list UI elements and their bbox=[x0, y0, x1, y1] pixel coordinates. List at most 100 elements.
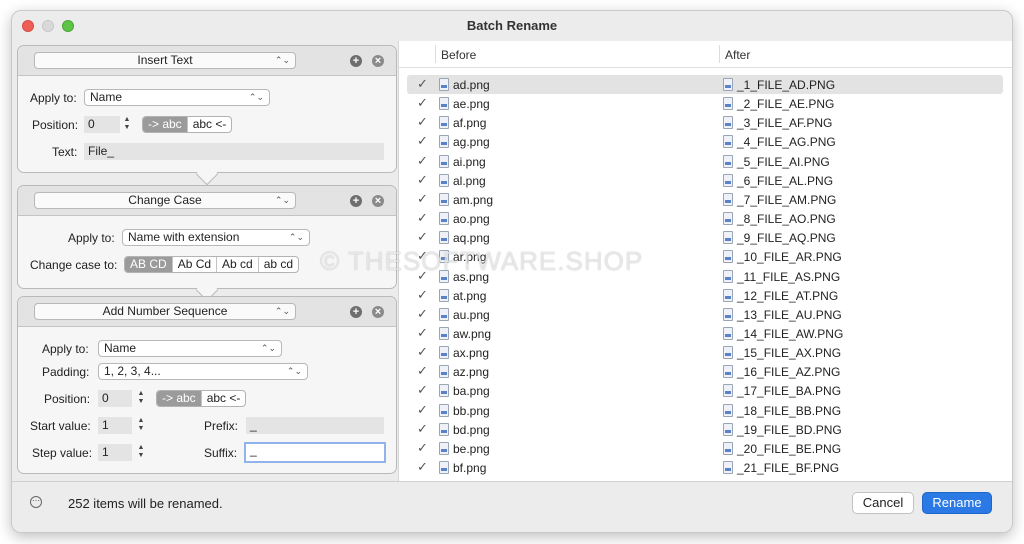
checkmark-icon[interactable]: ✓ bbox=[417, 248, 428, 264]
insert-apply-to-dropdown[interactable]: Name ⌃⌄ bbox=[84, 89, 270, 106]
insert-position-stepper[interactable]: ▲ ▼ bbox=[122, 116, 132, 133]
checkmark-icon[interactable]: ✓ bbox=[417, 382, 428, 398]
position-end-option[interactable]: abc <- bbox=[202, 391, 246, 406]
step-value-field[interactable]: 1 bbox=[98, 444, 132, 461]
position-start-option[interactable]: -> abc bbox=[157, 391, 202, 406]
minimize-window-button[interactable] bbox=[42, 20, 54, 32]
insert-text-field[interactable]: File_ bbox=[84, 143, 384, 160]
case-apply-to-dropdown[interactable]: Name with extension ⌃⌄ bbox=[122, 229, 310, 246]
file-icon bbox=[723, 192, 733, 206]
before-name: as.png bbox=[453, 269, 490, 284]
position-end-option[interactable]: abc <- bbox=[188, 117, 232, 132]
checkmark-icon[interactable]: ✓ bbox=[417, 76, 428, 92]
sequence-position-segmented[interactable]: -> abc abc <- bbox=[156, 390, 247, 407]
rename-button[interactable]: Rename bbox=[922, 492, 992, 514]
table-row[interactable]: ✓ ad.png _1_FILE_AD.PNG bbox=[407, 75, 1003, 94]
column-header-before[interactable]: Before bbox=[441, 48, 476, 62]
checkmark-icon[interactable]: ✓ bbox=[417, 133, 428, 149]
table-row[interactable]: ✓ ag.png _4_FILE_AG.PNG bbox=[407, 132, 1003, 151]
file-icon bbox=[439, 116, 449, 130]
remove-rule-icon[interactable]: × bbox=[372, 306, 384, 318]
start-value-stepper[interactable]: ▲ ▼ bbox=[136, 417, 146, 434]
case-lower-option[interactable]: ab cd bbox=[259, 257, 298, 272]
checkmark-icon[interactable]: ✓ bbox=[417, 210, 428, 226]
remove-rule-icon[interactable]: × bbox=[372, 55, 384, 67]
insert-position-field[interactable]: 0 bbox=[84, 116, 120, 133]
table-row[interactable]: ✓ au.png _13_FILE_AU.PNG bbox=[407, 305, 1003, 324]
insert-position-segmented[interactable]: -> abc abc <- bbox=[142, 116, 233, 133]
start-value-field[interactable]: 1 bbox=[98, 417, 132, 434]
checkmark-icon[interactable]: ✓ bbox=[417, 268, 428, 284]
file-icon bbox=[439, 346, 449, 360]
table-row[interactable]: ✓ aw.png _14_FILE_AW.PNG bbox=[407, 324, 1003, 343]
position-start-option[interactable]: -> abc bbox=[143, 117, 188, 132]
zoom-window-button[interactable] bbox=[62, 20, 74, 32]
cancel-button[interactable]: Cancel bbox=[852, 492, 914, 514]
before-name: ax.png bbox=[453, 346, 490, 361]
table-row[interactable]: ✓ ae.png _2_FILE_AE.PNG bbox=[407, 94, 1003, 113]
table-row[interactable]: ✓ aq.png _9_FILE_AQ.PNG bbox=[407, 228, 1003, 247]
sequence-apply-to-dropdown[interactable]: Name ⌃⌄ bbox=[98, 340, 282, 357]
table-row[interactable]: ✓ be.png _20_FILE_BE.PNG bbox=[407, 439, 1003, 458]
insert-text-rule-dropdown[interactable]: Insert Text ⌃⌄ bbox=[34, 52, 296, 69]
checkmark-icon[interactable]: ✓ bbox=[417, 325, 428, 341]
checkmark-icon[interactable]: ✓ bbox=[417, 344, 428, 360]
checkmark-icon[interactable]: ✓ bbox=[417, 95, 428, 111]
sequence-position-stepper[interactable]: ▲ ▼ bbox=[136, 390, 146, 407]
change-case-rule-dropdown[interactable]: Change Case ⌃⌄ bbox=[34, 192, 296, 209]
table-row[interactable]: ✓ at.png _12_FILE_AT.PNG bbox=[407, 286, 1003, 305]
table-row[interactable]: ✓ am.png _7_FILE_AM.PNG bbox=[407, 190, 1003, 209]
checkmark-icon[interactable]: ✓ bbox=[417, 172, 428, 188]
table-row[interactable]: ✓ af.png _3_FILE_AF.PNG bbox=[407, 113, 1003, 132]
batch-rename-window: Batch Rename Insert Text ⌃⌄ + × Apply to… bbox=[11, 10, 1013, 533]
suffix-field[interactable]: _ bbox=[244, 442, 386, 463]
file-icon bbox=[723, 441, 733, 455]
table-row[interactable]: ✓ al.png _6_FILE_AL.PNG bbox=[407, 171, 1003, 190]
case-segmented[interactable]: AB CD Ab Cd Ab cd ab cd bbox=[124, 256, 300, 273]
after-name: _2_FILE_AE.PNG bbox=[737, 97, 835, 112]
case-title-option[interactable]: Ab Cd bbox=[173, 257, 218, 272]
table-row[interactable]: ✓ ai.png _5_FILE_AI.PNG bbox=[407, 152, 1003, 171]
table-row[interactable]: ✓ ar.png _10_FILE_AR.PNG bbox=[407, 247, 1003, 266]
checkmark-icon[interactable]: ✓ bbox=[417, 440, 428, 456]
table-row[interactable]: ✓ ao.png _8_FILE_AO.PNG bbox=[407, 209, 1003, 228]
checkmark-icon[interactable]: ✓ bbox=[417, 402, 428, 418]
step-value-stepper[interactable]: ▲ ▼ bbox=[136, 444, 146, 461]
checkmark-icon[interactable]: ✓ bbox=[417, 363, 428, 379]
table-row[interactable]: ✓ az.png _16_FILE_AZ.PNG bbox=[407, 362, 1003, 381]
add-rule-icon[interactable]: + bbox=[350, 55, 362, 67]
checkmark-icon[interactable]: ✓ bbox=[417, 229, 428, 245]
file-icon bbox=[439, 78, 449, 91]
more-options-icon[interactable]: ⋯ bbox=[30, 496, 42, 508]
number-sequence-rule-dropdown[interactable]: Add Number Sequence ⌃⌄ bbox=[34, 303, 296, 320]
table-row[interactable]: ✓ bf.png _21_FILE_BF.PNG bbox=[407, 458, 1003, 477]
add-rule-icon[interactable]: + bbox=[350, 306, 362, 318]
table-row[interactable]: ✓ bd.png _19_FILE_BD.PNG bbox=[407, 420, 1003, 439]
checkmark-icon[interactable]: ✓ bbox=[417, 421, 428, 437]
case-sentence-option[interactable]: Ab cd bbox=[217, 257, 259, 272]
checkmark-icon[interactable]: ✓ bbox=[417, 114, 428, 130]
padding-dropdown[interactable]: 1, 2, 3, 4... ⌃⌄ bbox=[98, 363, 308, 380]
close-window-button[interactable] bbox=[22, 20, 34, 32]
after-name: _7_FILE_AM.PNG bbox=[737, 192, 837, 207]
table-row[interactable]: ✓ bb.png _18_FILE_BB.PNG bbox=[407, 401, 1003, 420]
table-row[interactable]: ✓ ax.png _15_FILE_AX.PNG bbox=[407, 343, 1003, 362]
table-row[interactable]: ✓ ba.png _17_FILE_BA.PNG bbox=[407, 381, 1003, 400]
checkmark-icon[interactable]: ✓ bbox=[417, 306, 428, 322]
suffix-label: Suffix: bbox=[204, 446, 238, 460]
before-name: az.png bbox=[453, 365, 490, 380]
prefix-field[interactable]: _ bbox=[246, 417, 384, 434]
checkmark-icon[interactable]: ✓ bbox=[417, 153, 428, 169]
file-icon bbox=[723, 97, 733, 111]
checkmark-icon[interactable]: ✓ bbox=[417, 191, 428, 207]
checkmark-icon[interactable]: ✓ bbox=[417, 287, 428, 303]
before-name: bf.png bbox=[453, 461, 487, 475]
table-row[interactable]: ✓ as.png _11_FILE_AS.PNG bbox=[407, 267, 1003, 286]
case-upper-option[interactable]: AB CD bbox=[125, 257, 173, 272]
file-icon bbox=[439, 269, 449, 283]
checkmark-icon[interactable]: ✓ bbox=[417, 459, 428, 475]
add-rule-icon[interactable]: + bbox=[350, 195, 362, 207]
sequence-position-field[interactable]: 0 bbox=[98, 390, 132, 407]
remove-rule-icon[interactable]: × bbox=[372, 195, 384, 207]
column-header-after[interactable]: After bbox=[725, 48, 750, 62]
